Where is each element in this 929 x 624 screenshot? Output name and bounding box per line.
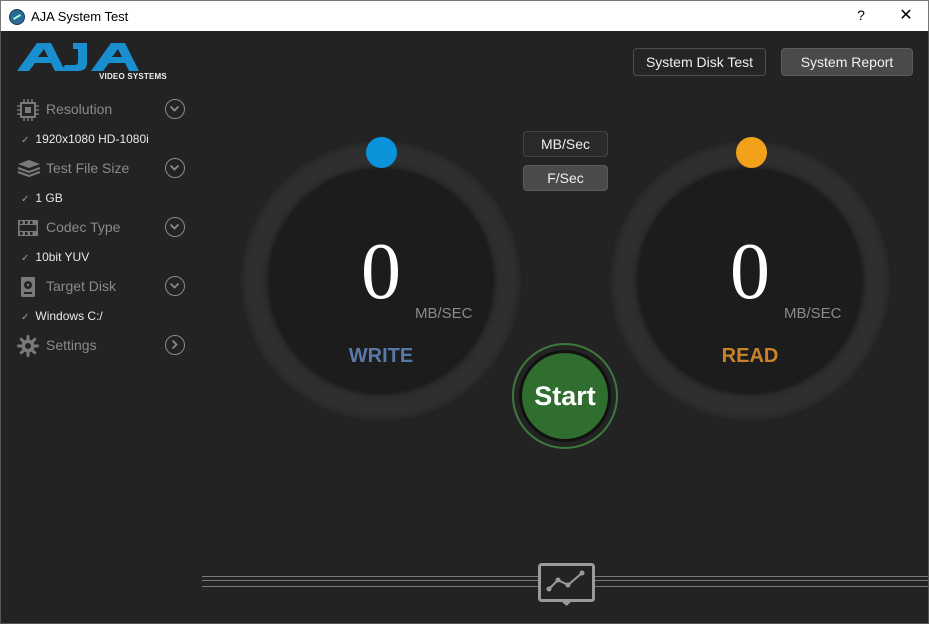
chevron-down-icon[interactable] [165, 99, 185, 119]
sidebar-item-target-disk[interactable]: Target Disk [17, 275, 187, 299]
start-button[interactable]: Start [519, 350, 611, 442]
target-disk-value-text: Windows C:/ [35, 309, 103, 323]
system-disk-test-button[interactable]: System Disk Test [633, 48, 766, 76]
title-bar: AJA System Test ? ✕ [0, 0, 929, 31]
sidebar-item-settings[interactable]: Settings [17, 334, 187, 358]
app-window: VIDEO SYSTEMS Resolution ✓ 1920x1080 HD-1… [0, 31, 929, 624]
chevron-down-icon[interactable] [165, 217, 185, 237]
file-size-value-text: 1 GB [35, 191, 63, 205]
help-button[interactable]: ? [851, 7, 871, 23]
sidebar-item-label: Test File Size [46, 160, 130, 176]
sidebar-item-label: Settings [46, 337, 97, 353]
check-icon: ✓ [21, 312, 30, 323]
check-icon: ✓ [21, 253, 30, 264]
app-icon [9, 9, 25, 25]
sidebar-item-codec-type[interactable]: Codec Type [17, 216, 187, 240]
chevron-down-icon[interactable] [165, 158, 185, 178]
chevron-down-icon[interactable] [165, 276, 185, 296]
codec-value: ✓ 10bit YUV [21, 250, 89, 264]
resolution-icon [17, 99, 39, 121]
resolution-value: ✓ 1920x1080 HD-1080i [21, 132, 149, 146]
gear-icon [17, 335, 39, 357]
read-speed-value: 0 [730, 228, 770, 316]
logo-subtitle: VIDEO SYSTEMS [99, 72, 167, 81]
sidebar-item-test-file-size[interactable]: Test File Size [17, 157, 187, 181]
chevron-right-icon[interactable] [165, 335, 185, 355]
codec-value-text: 10bit YUV [35, 250, 90, 264]
target-disk-value: ✓ Windows C:/ [21, 309, 103, 323]
check-icon: ✓ [21, 194, 30, 205]
sidebar-item-resolution[interactable]: Resolution [17, 98, 187, 122]
write-gauge: 0 MB/SEC WRITE [239, 139, 523, 423]
aja-logo-mark [17, 43, 139, 71]
read-speed-unit: MB/SEC [784, 305, 842, 322]
write-speed-value: 0 [361, 228, 401, 316]
resolution-value-text: 1920x1080 HD-1080i [35, 132, 149, 146]
sidebar-item-label: Resolution [46, 101, 113, 117]
write-speed-unit: MB/SEC [415, 305, 473, 322]
write-indicator [366, 137, 397, 168]
read-gauge: 0 MB/SEC READ [608, 139, 892, 423]
write-label: WRITE [348, 345, 414, 367]
f-sec-button[interactable]: F/Sec [523, 165, 608, 191]
read-indicator [736, 137, 767, 168]
window-title: AJA System Test [31, 9, 129, 24]
file-size-value: ✓ 1 GB [21, 191, 63, 205]
read-label: READ [721, 345, 779, 367]
file-size-icon [17, 158, 41, 180]
mb-sec-button[interactable]: MB/Sec [523, 131, 608, 157]
system-report-button[interactable]: System Report [781, 48, 913, 76]
close-button[interactable]: ✕ [895, 5, 917, 25]
disk-icon [17, 276, 39, 298]
sidebar-item-label: Target Disk [46, 278, 117, 294]
codec-icon [17, 217, 39, 239]
check-icon: ✓ [21, 135, 30, 146]
sidebar-item-label: Codec Type [46, 219, 121, 235]
graph-icon[interactable] [538, 563, 595, 607]
